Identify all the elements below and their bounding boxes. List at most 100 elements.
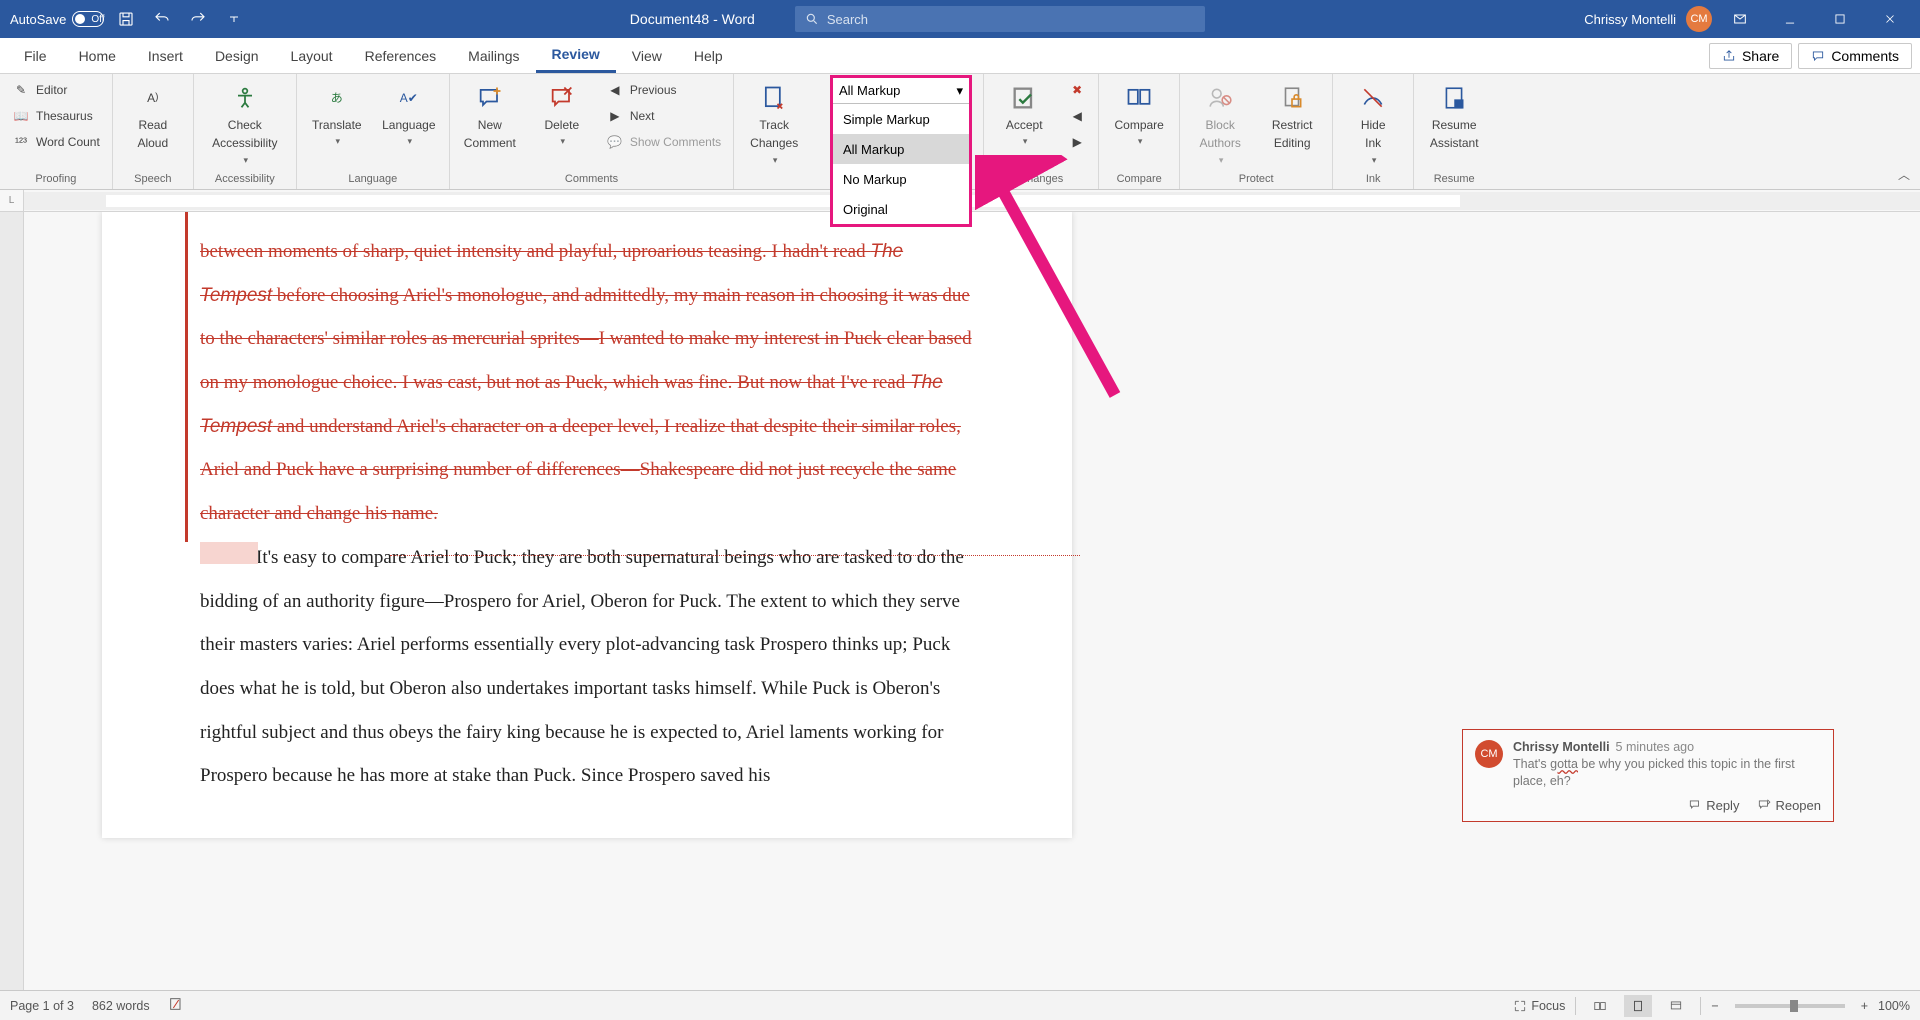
reopen-icon xyxy=(1757,798,1771,812)
zoom-slider[interactable] xyxy=(1735,1004,1845,1008)
prev-change-icon: ◀ xyxy=(1068,107,1086,125)
hide-ink-button[interactable]: HideInk xyxy=(1341,78,1405,170)
restrict-editing-button[interactable]: RestrictEditing xyxy=(1260,78,1324,155)
page: between moments of sharp, quiet intensit… xyxy=(102,212,1072,838)
comment-text: That's gotta be why you picked this topi… xyxy=(1513,756,1821,790)
group-protect: Protect xyxy=(1188,171,1324,189)
read-aloud-icon: A) xyxy=(137,82,169,114)
status-proof-icon[interactable] xyxy=(168,996,184,1015)
markup-option-original[interactable]: Original xyxy=(833,194,969,224)
maximize-icon[interactable] xyxy=(1818,0,1862,38)
user-name[interactable]: Chrissy Montelli xyxy=(1584,12,1676,27)
minimize-icon[interactable] xyxy=(1768,0,1812,38)
chevron-down-icon: ▾ xyxy=(956,83,963,99)
comment-reply-button[interactable]: Reply xyxy=(1688,798,1739,813)
ruler-corner[interactable]: L xyxy=(0,190,24,211)
track-changes-icon xyxy=(758,82,790,114)
share-icon xyxy=(1722,49,1736,63)
tab-mailings[interactable]: Mailings xyxy=(452,38,535,73)
next-change-button[interactable]: ▶ xyxy=(1064,130,1090,154)
new-comment-button[interactable]: NewComment xyxy=(458,78,522,155)
next-comment-button[interactable]: ▶Next xyxy=(602,104,725,128)
ribbon-options-icon[interactable] xyxy=(1718,0,1762,38)
compare-icon xyxy=(1123,82,1155,114)
qat-more-icon[interactable] xyxy=(220,5,248,33)
reply-icon xyxy=(1688,798,1702,812)
insertion-mark xyxy=(200,542,258,564)
body-text[interactable]: It's easy to compare Ariel to Puck; they… xyxy=(200,536,977,798)
prev-change-button[interactable]: ◀ xyxy=(1064,104,1090,128)
avatar[interactable]: CM xyxy=(1686,6,1712,32)
show-comments-icon: 💬 xyxy=(606,133,624,151)
close-icon[interactable] xyxy=(1868,0,1912,38)
block-authors-button[interactable]: BlockAuthors xyxy=(1188,78,1252,170)
focus-button[interactable]: Focus xyxy=(1513,999,1565,1013)
autosave-toggle[interactable]: AutoSave Off xyxy=(10,11,104,27)
comment-time: 5 minutes ago xyxy=(1616,740,1695,754)
new-comment-icon xyxy=(474,82,506,114)
search-icon xyxy=(805,12,819,26)
language-button[interactable]: A✔ Language xyxy=(377,78,441,151)
view-web-icon[interactable] xyxy=(1662,995,1690,1017)
compare-button[interactable]: Compare xyxy=(1107,78,1171,151)
search-box[interactable] xyxy=(795,6,1205,32)
status-words[interactable]: 862 words xyxy=(92,999,150,1013)
view-print-icon[interactable] xyxy=(1624,995,1652,1017)
search-input[interactable] xyxy=(827,12,1195,27)
translate-button[interactable]: あ Translate xyxy=(305,78,369,151)
thesaurus-button[interactable]: 📖Thesaurus xyxy=(8,104,104,128)
zoom-out-button[interactable]: − xyxy=(1711,999,1718,1013)
accept-button[interactable]: Accept xyxy=(992,78,1056,151)
wordcount-button[interactable]: ¹²³Word Count xyxy=(8,130,104,154)
status-page[interactable]: Page 1 of 3 xyxy=(10,999,74,1013)
block-authors-icon xyxy=(1204,82,1236,114)
restrict-editing-icon xyxy=(1276,82,1308,114)
next-change-icon: ▶ xyxy=(1068,133,1086,151)
vertical-ruler xyxy=(0,212,24,990)
focus-icon xyxy=(1513,999,1527,1013)
group-comments: Comments xyxy=(458,171,725,189)
resume-assistant-button[interactable]: in ResumeAssistant xyxy=(1422,78,1486,155)
check-accessibility-button[interactable]: CheckAccessibility xyxy=(202,78,288,170)
view-read-icon[interactable] xyxy=(1586,995,1614,1017)
title-bar: AutoSave Off Document48 - Word Chrissy M… xyxy=(0,0,1920,38)
tab-review[interactable]: Review xyxy=(536,38,616,73)
markup-combo[interactable]: All Markup▾ xyxy=(833,78,969,104)
share-button[interactable]: Share xyxy=(1709,43,1792,69)
accept-icon xyxy=(1008,82,1040,114)
track-changes-button[interactable]: TrackChanges xyxy=(742,78,806,170)
group-language: Language xyxy=(305,171,441,189)
collapse-ribbon-icon[interactable]: ︿ xyxy=(1898,166,1910,183)
undo-icon[interactable] xyxy=(148,5,176,33)
tab-home[interactable]: Home xyxy=(63,38,132,73)
group-speech: Speech xyxy=(121,171,185,189)
markup-option-none[interactable]: No Markup xyxy=(833,164,969,194)
tab-help[interactable]: Help xyxy=(678,38,739,73)
tab-file[interactable]: File xyxy=(8,38,63,73)
tab-design[interactable]: Design xyxy=(199,38,275,73)
delete-comment-button[interactable]: Delete xyxy=(530,78,594,151)
tab-view[interactable]: View xyxy=(616,38,678,73)
save-icon[interactable] xyxy=(112,5,140,33)
markup-option-all[interactable]: All Markup xyxy=(833,134,969,164)
markup-option-simple[interactable]: Simple Markup xyxy=(833,104,969,134)
group-resume: Resume xyxy=(1422,171,1486,189)
comments-button[interactable]: Comments xyxy=(1798,43,1912,69)
zoom-level[interactable]: 100% xyxy=(1878,999,1910,1013)
delete-comment-icon xyxy=(546,82,578,114)
previous-comment-button[interactable]: ◀Previous xyxy=(602,78,725,102)
svg-text:in: in xyxy=(1456,102,1461,109)
reject-button[interactable]: ✖ xyxy=(1064,78,1090,102)
editor-button[interactable]: ✎Editor xyxy=(8,78,104,102)
tab-insert[interactable]: Insert xyxy=(132,38,199,73)
comment-reopen-button[interactable]: Reopen xyxy=(1757,798,1821,813)
show-comments-button[interactable]: 💬Show Comments xyxy=(602,130,725,154)
comment-card[interactable]: CM Chrissy Montelli5 minutes ago That's … xyxy=(1462,729,1834,822)
resume-icon: in xyxy=(1438,82,1470,114)
redo-icon[interactable] xyxy=(184,5,212,33)
tab-layout[interactable]: Layout xyxy=(275,38,349,73)
document-title: Document48 - Word xyxy=(630,11,755,27)
read-aloud-button[interactable]: A) ReadAloud xyxy=(121,78,185,155)
tab-references[interactable]: References xyxy=(349,38,453,73)
zoom-in-button[interactable]: + xyxy=(1861,999,1868,1013)
